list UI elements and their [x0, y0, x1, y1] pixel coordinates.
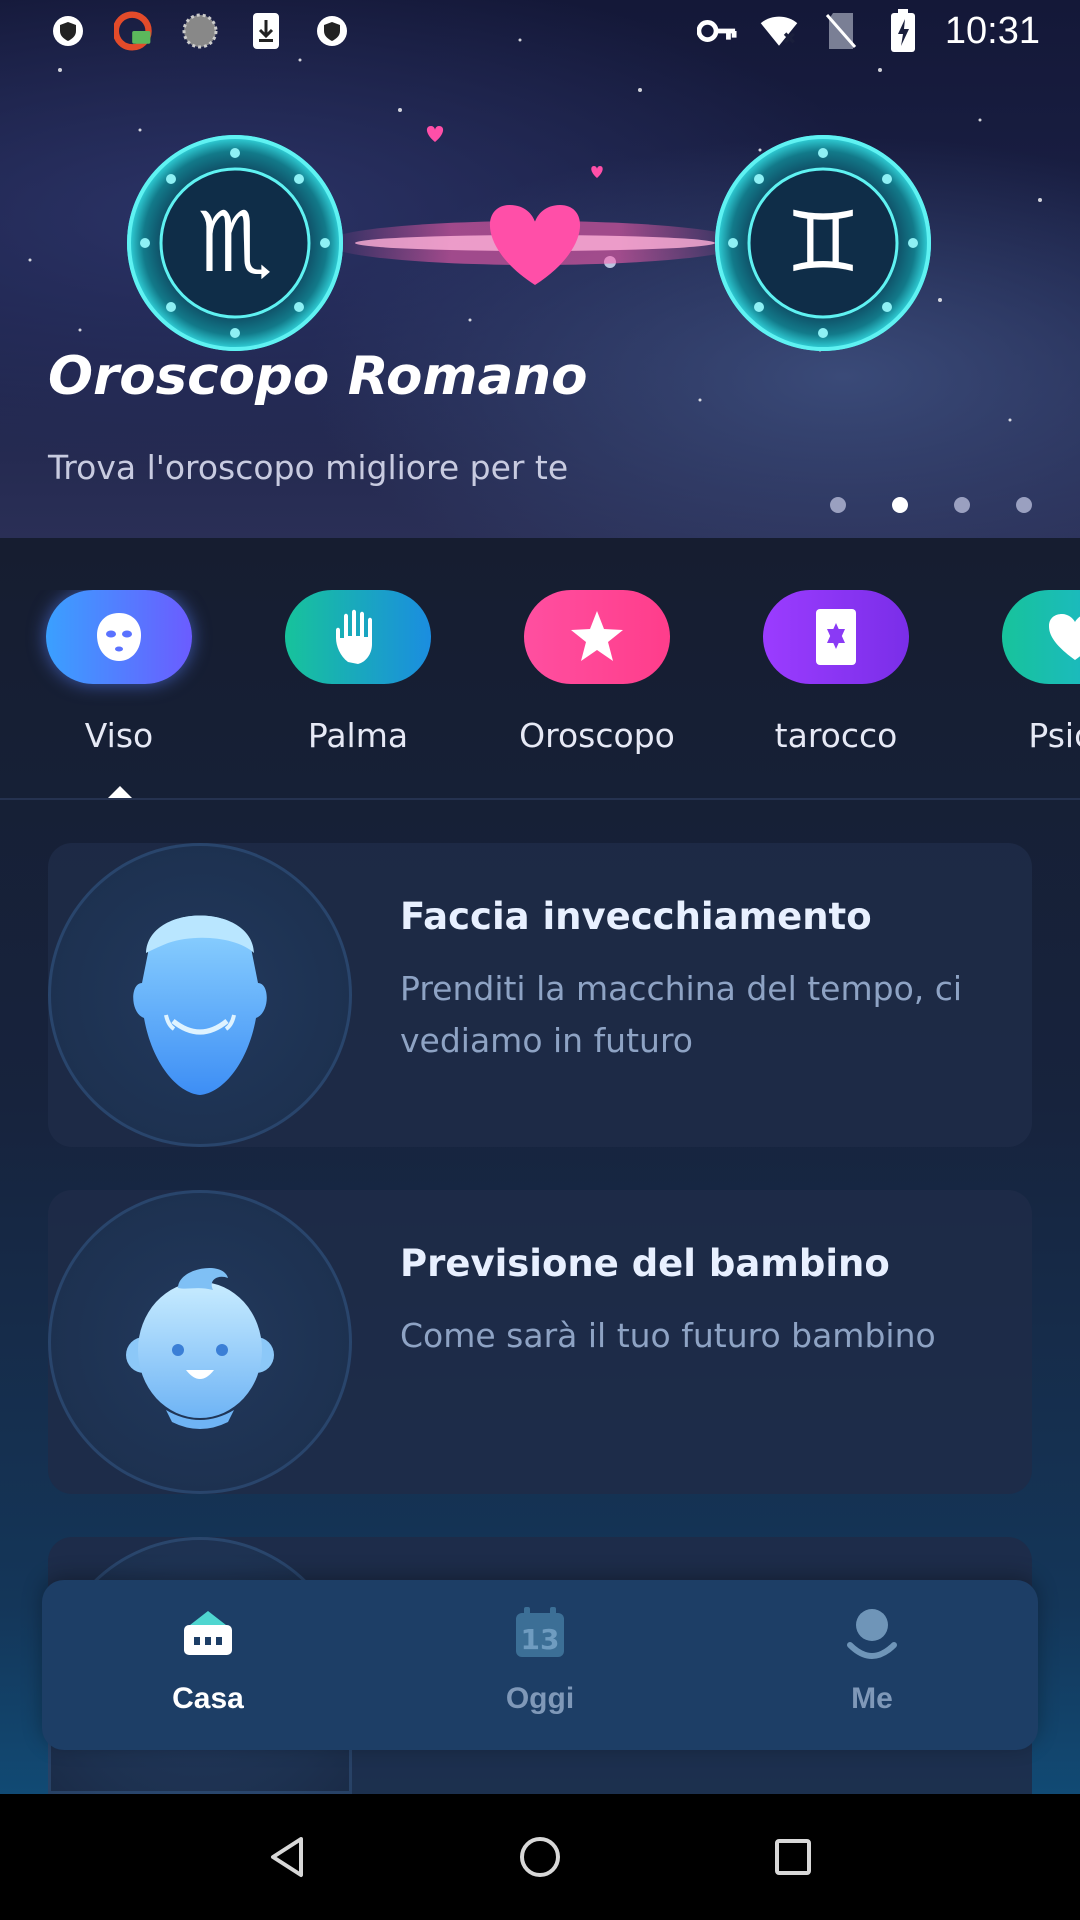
calendar-icon: 13: [505, 1598, 575, 1668]
card-previsione-bambino[interactable]: Previsione del bambino Come sarà il tuo …: [48, 1190, 1032, 1494]
star-icon: [524, 590, 670, 684]
shield-icon: [48, 11, 88, 51]
status-bar: 10:31: [0, 0, 1080, 62]
hero-subtitle: Trova l'oroscopo migliore per te: [48, 448, 569, 487]
hero-title: Oroscopo Romano: [48, 346, 588, 407]
nav-me[interactable]: Me: [706, 1580, 1038, 1750]
system-navigation-bar: [0, 1794, 1080, 1920]
wifi-icon: [759, 11, 799, 51]
recents-icon[interactable]: [763, 1827, 823, 1887]
nav-oggi[interactable]: 13 Oggi: [374, 1580, 706, 1750]
svg-text:♏: ♏: [197, 193, 272, 291]
carousel-dot: [954, 497, 970, 513]
card-title: Previsione del bambino: [400, 1242, 890, 1285]
battery-charging-icon: [883, 9, 923, 52]
carousel-indicator: [830, 497, 1032, 513]
hero-banner[interactable]: ♏ ♊ Oroscopo Romano Trova l'oroscopo mig…: [0, 0, 1080, 538]
svg-text:♊: ♊: [785, 193, 860, 291]
card-description: Come sarà il tuo futuro bambino: [400, 1316, 936, 1355]
back-icon[interactable]: [257, 1827, 317, 1887]
category-psicologia[interactable]: Psicol: [980, 590, 1080, 755]
spinner-icon: [180, 11, 220, 51]
category-viso[interactable]: Viso: [24, 590, 214, 755]
no-sim-icon: [821, 11, 861, 51]
card-illustration: [48, 843, 352, 1147]
baby-face-icon: [126, 1267, 274, 1429]
carousel-dot: [1016, 497, 1032, 513]
nav-label: Oggi: [505, 1682, 575, 1715]
heart-icon: [1002, 590, 1080, 684]
profile-icon: [837, 1598, 907, 1668]
divider: [0, 798, 1080, 800]
svg-text:13: 13: [521, 1623, 560, 1656]
category-label: Viso: [84, 716, 154, 755]
nav-label: Casa: [172, 1682, 244, 1715]
hand-icon: [285, 590, 431, 684]
download-icon: [246, 11, 286, 51]
nav-label: Me: [851, 1682, 893, 1715]
category-label: Palma: [307, 716, 409, 755]
bottom-navigation: Casa 13 Oggi Me: [42, 1580, 1038, 1750]
shield-icon: [312, 11, 352, 51]
category-tabs[interactable]: Viso Palma Oroscopo tarocco Psicol: [0, 590, 1080, 800]
carousel-dot-active: [892, 497, 908, 513]
carousel-dot: [830, 497, 846, 513]
home-icon: [173, 1598, 243, 1668]
home-circle-icon[interactable]: [510, 1827, 570, 1887]
cast-icon: [114, 11, 154, 51]
category-oroscopo[interactable]: Oroscopo: [502, 590, 692, 755]
category-tarocco[interactable]: tarocco: [741, 590, 931, 755]
category-label: tarocco: [774, 716, 898, 755]
tarot-card-icon: [763, 590, 909, 684]
selected-category-indicator: [108, 786, 132, 798]
card-description: Prenditi la macchina del tempo, ci vedia…: [400, 969, 963, 1060]
category-label: Oroscopo: [519, 716, 675, 755]
status-time: 10:31: [944, 9, 1040, 52]
category-label: Psicol: [1028, 716, 1080, 755]
key-icon: [696, 11, 737, 51]
card-illustration: [48, 1190, 352, 1494]
aged-face-icon: [133, 915, 267, 1095]
nav-casa[interactable]: Casa: [42, 1580, 374, 1750]
card-title: Faccia invecchiamento: [400, 895, 872, 938]
category-palma[interactable]: Palma: [263, 590, 453, 755]
face-mask-icon: [46, 590, 192, 684]
card-faccia-invecchiamento[interactable]: Faccia invecchiamento Prenditi la macchi…: [48, 843, 1032, 1147]
